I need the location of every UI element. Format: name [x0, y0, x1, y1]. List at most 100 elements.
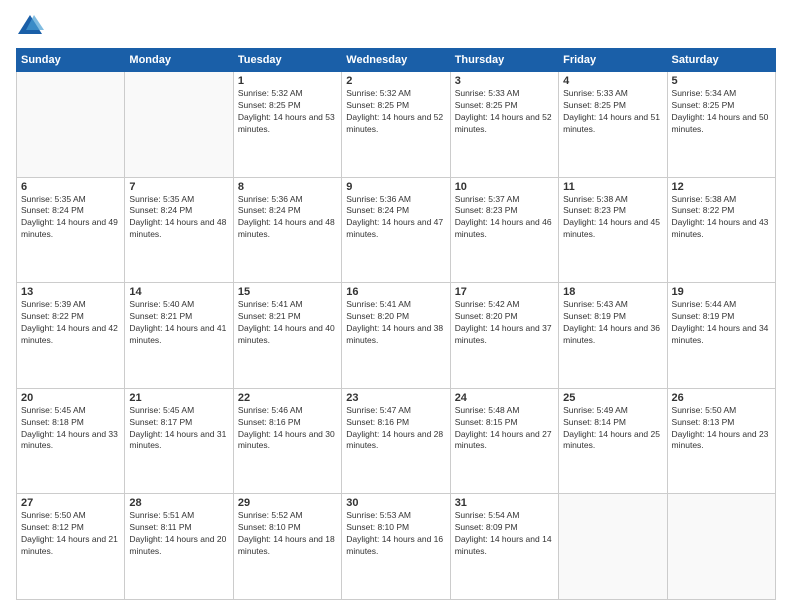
- day-info: Sunrise: 5:40 AM Sunset: 8:21 PM Dayligh…: [129, 299, 228, 347]
- day-info: Sunrise: 5:53 AM Sunset: 8:10 PM Dayligh…: [346, 510, 445, 558]
- calendar-cell: 12Sunrise: 5:38 AM Sunset: 8:22 PM Dayli…: [667, 177, 775, 283]
- day-info: Sunrise: 5:33 AM Sunset: 8:25 PM Dayligh…: [455, 88, 554, 136]
- weekday-header-tuesday: Tuesday: [233, 49, 341, 72]
- calendar-cell: 1Sunrise: 5:32 AM Sunset: 8:25 PM Daylig…: [233, 72, 341, 178]
- weekday-header-row: SundayMondayTuesdayWednesdayThursdayFrid…: [17, 49, 776, 72]
- calendar-cell: 19Sunrise: 5:44 AM Sunset: 8:19 PM Dayli…: [667, 283, 775, 389]
- day-number: 4: [563, 75, 662, 87]
- day-number: 28: [129, 497, 228, 509]
- calendar-cell: 21Sunrise: 5:45 AM Sunset: 8:17 PM Dayli…: [125, 388, 233, 494]
- calendar-cell: 23Sunrise: 5:47 AM Sunset: 8:16 PM Dayli…: [342, 388, 450, 494]
- calendar-cell: 17Sunrise: 5:42 AM Sunset: 8:20 PM Dayli…: [450, 283, 558, 389]
- day-info: Sunrise: 5:32 AM Sunset: 8:25 PM Dayligh…: [346, 88, 445, 136]
- calendar-cell: 27Sunrise: 5:50 AM Sunset: 8:12 PM Dayli…: [17, 494, 125, 600]
- day-info: Sunrise: 5:41 AM Sunset: 8:21 PM Dayligh…: [238, 299, 337, 347]
- day-info: Sunrise: 5:45 AM Sunset: 8:17 PM Dayligh…: [129, 405, 228, 453]
- calendar-cell: 10Sunrise: 5:37 AM Sunset: 8:23 PM Dayli…: [450, 177, 558, 283]
- day-info: Sunrise: 5:50 AM Sunset: 8:13 PM Dayligh…: [672, 405, 771, 453]
- calendar-cell: 31Sunrise: 5:54 AM Sunset: 8:09 PM Dayli…: [450, 494, 558, 600]
- calendar-cell: 15Sunrise: 5:41 AM Sunset: 8:21 PM Dayli…: [233, 283, 341, 389]
- day-number: 1: [238, 75, 337, 87]
- calendar-table: SundayMondayTuesdayWednesdayThursdayFrid…: [16, 48, 776, 600]
- day-info: Sunrise: 5:38 AM Sunset: 8:23 PM Dayligh…: [563, 194, 662, 242]
- day-number: 25: [563, 392, 662, 404]
- weekday-header-saturday: Saturday: [667, 49, 775, 72]
- day-number: 19: [672, 286, 771, 298]
- day-number: 29: [238, 497, 337, 509]
- calendar-cell: 16Sunrise: 5:41 AM Sunset: 8:20 PM Dayli…: [342, 283, 450, 389]
- day-info: Sunrise: 5:51 AM Sunset: 8:11 PM Dayligh…: [129, 510, 228, 558]
- day-number: 24: [455, 392, 554, 404]
- calendar-cell: 22Sunrise: 5:46 AM Sunset: 8:16 PM Dayli…: [233, 388, 341, 494]
- day-info: Sunrise: 5:35 AM Sunset: 8:24 PM Dayligh…: [129, 194, 228, 242]
- calendar-cell: 13Sunrise: 5:39 AM Sunset: 8:22 PM Dayli…: [17, 283, 125, 389]
- day-info: Sunrise: 5:52 AM Sunset: 8:10 PM Dayligh…: [238, 510, 337, 558]
- calendar-cell: 11Sunrise: 5:38 AM Sunset: 8:23 PM Dayli…: [559, 177, 667, 283]
- day-info: Sunrise: 5:34 AM Sunset: 8:25 PM Dayligh…: [672, 88, 771, 136]
- calendar-cell: 6Sunrise: 5:35 AM Sunset: 8:24 PM Daylig…: [17, 177, 125, 283]
- day-number: 23: [346, 392, 445, 404]
- weekday-header-friday: Friday: [559, 49, 667, 72]
- logo-icon: [16, 12, 44, 40]
- day-number: 2: [346, 75, 445, 87]
- week-row-4: 27Sunrise: 5:50 AM Sunset: 8:12 PM Dayli…: [17, 494, 776, 600]
- weekday-header-sunday: Sunday: [17, 49, 125, 72]
- calendar-cell: 26Sunrise: 5:50 AM Sunset: 8:13 PM Dayli…: [667, 388, 775, 494]
- day-info: Sunrise: 5:49 AM Sunset: 8:14 PM Dayligh…: [563, 405, 662, 453]
- calendar-cell: 18Sunrise: 5:43 AM Sunset: 8:19 PM Dayli…: [559, 283, 667, 389]
- day-info: Sunrise: 5:45 AM Sunset: 8:18 PM Dayligh…: [21, 405, 120, 453]
- header: [16, 12, 776, 40]
- calendar-cell: [559, 494, 667, 600]
- calendar-cell: 28Sunrise: 5:51 AM Sunset: 8:11 PM Dayli…: [125, 494, 233, 600]
- week-row-3: 20Sunrise: 5:45 AM Sunset: 8:18 PM Dayli…: [17, 388, 776, 494]
- calendar-cell: 8Sunrise: 5:36 AM Sunset: 8:24 PM Daylig…: [233, 177, 341, 283]
- day-info: Sunrise: 5:32 AM Sunset: 8:25 PM Dayligh…: [238, 88, 337, 136]
- weekday-header-wednesday: Wednesday: [342, 49, 450, 72]
- calendar-cell: 24Sunrise: 5:48 AM Sunset: 8:15 PM Dayli…: [450, 388, 558, 494]
- day-info: Sunrise: 5:42 AM Sunset: 8:20 PM Dayligh…: [455, 299, 554, 347]
- day-number: 5: [672, 75, 771, 87]
- logo: [16, 12, 48, 40]
- calendar-cell: 3Sunrise: 5:33 AM Sunset: 8:25 PM Daylig…: [450, 72, 558, 178]
- week-row-1: 6Sunrise: 5:35 AM Sunset: 8:24 PM Daylig…: [17, 177, 776, 283]
- calendar-cell: [17, 72, 125, 178]
- day-number: 26: [672, 392, 771, 404]
- day-number: 10: [455, 181, 554, 193]
- day-info: Sunrise: 5:38 AM Sunset: 8:22 PM Dayligh…: [672, 194, 771, 242]
- day-info: Sunrise: 5:41 AM Sunset: 8:20 PM Dayligh…: [346, 299, 445, 347]
- day-info: Sunrise: 5:44 AM Sunset: 8:19 PM Dayligh…: [672, 299, 771, 347]
- page: SundayMondayTuesdayWednesdayThursdayFrid…: [0, 0, 792, 612]
- day-info: Sunrise: 5:50 AM Sunset: 8:12 PM Dayligh…: [21, 510, 120, 558]
- calendar-cell: 25Sunrise: 5:49 AM Sunset: 8:14 PM Dayli…: [559, 388, 667, 494]
- day-number: 14: [129, 286, 228, 298]
- calendar-cell: 2Sunrise: 5:32 AM Sunset: 8:25 PM Daylig…: [342, 72, 450, 178]
- day-info: Sunrise: 5:37 AM Sunset: 8:23 PM Dayligh…: [455, 194, 554, 242]
- day-number: 22: [238, 392, 337, 404]
- day-number: 31: [455, 497, 554, 509]
- day-info: Sunrise: 5:36 AM Sunset: 8:24 PM Dayligh…: [346, 194, 445, 242]
- day-number: 21: [129, 392, 228, 404]
- day-info: Sunrise: 5:33 AM Sunset: 8:25 PM Dayligh…: [563, 88, 662, 136]
- weekday-header-monday: Monday: [125, 49, 233, 72]
- day-info: Sunrise: 5:46 AM Sunset: 8:16 PM Dayligh…: [238, 405, 337, 453]
- calendar-cell: [125, 72, 233, 178]
- day-info: Sunrise: 5:35 AM Sunset: 8:24 PM Dayligh…: [21, 194, 120, 242]
- day-info: Sunrise: 5:47 AM Sunset: 8:16 PM Dayligh…: [346, 405, 445, 453]
- day-number: 16: [346, 286, 445, 298]
- calendar-cell: 30Sunrise: 5:53 AM Sunset: 8:10 PM Dayli…: [342, 494, 450, 600]
- calendar-cell: 29Sunrise: 5:52 AM Sunset: 8:10 PM Dayli…: [233, 494, 341, 600]
- calendar-cell: 5Sunrise: 5:34 AM Sunset: 8:25 PM Daylig…: [667, 72, 775, 178]
- day-number: 18: [563, 286, 662, 298]
- day-number: 7: [129, 181, 228, 193]
- calendar-cell: 4Sunrise: 5:33 AM Sunset: 8:25 PM Daylig…: [559, 72, 667, 178]
- day-number: 6: [21, 181, 120, 193]
- day-number: 20: [21, 392, 120, 404]
- day-number: 13: [21, 286, 120, 298]
- day-info: Sunrise: 5:54 AM Sunset: 8:09 PM Dayligh…: [455, 510, 554, 558]
- day-info: Sunrise: 5:48 AM Sunset: 8:15 PM Dayligh…: [455, 405, 554, 453]
- day-number: 3: [455, 75, 554, 87]
- day-number: 12: [672, 181, 771, 193]
- day-info: Sunrise: 5:36 AM Sunset: 8:24 PM Dayligh…: [238, 194, 337, 242]
- day-number: 8: [238, 181, 337, 193]
- day-info: Sunrise: 5:43 AM Sunset: 8:19 PM Dayligh…: [563, 299, 662, 347]
